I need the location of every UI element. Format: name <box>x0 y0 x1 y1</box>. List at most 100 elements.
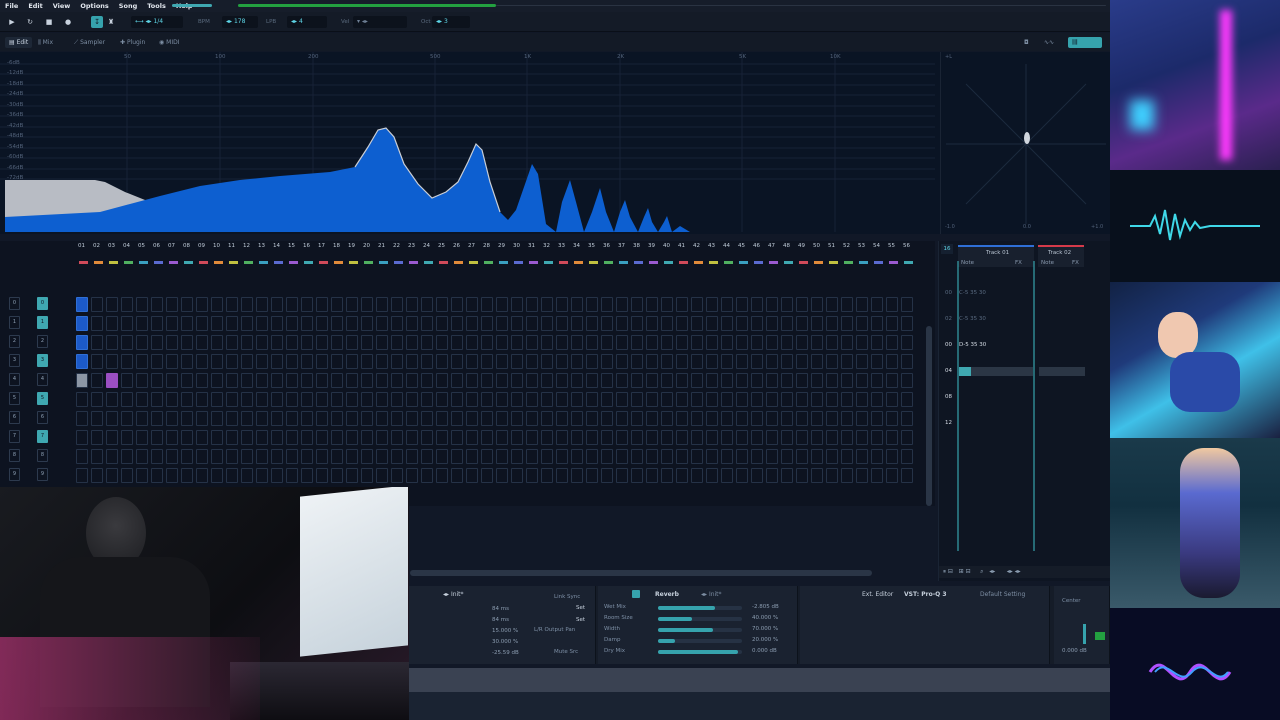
step-cell[interactable] <box>901 430 913 445</box>
step-cell[interactable] <box>781 335 793 350</box>
step-cell[interactable] <box>301 430 313 445</box>
step-cell[interactable] <box>256 354 268 369</box>
step-cell[interactable] <box>436 335 448 350</box>
step-cell[interactable] <box>331 449 343 464</box>
step-cell[interactable] <box>481 316 493 331</box>
step-cell[interactable] <box>586 335 598 350</box>
step-cell[interactable] <box>601 430 613 445</box>
step-cell[interactable] <box>331 316 343 331</box>
step-cell[interactable] <box>571 449 583 464</box>
step-cell[interactable] <box>286 316 298 331</box>
step-cell[interactable] <box>616 335 628 350</box>
step-cell[interactable] <box>601 354 613 369</box>
step-cell[interactable] <box>676 411 688 426</box>
step-cell[interactable] <box>286 373 298 388</box>
lane-mute-button[interactable]: 6 <box>37 411 48 424</box>
step-number[interactable]: 05 <box>138 243 145 249</box>
step-cell[interactable] <box>241 316 253 331</box>
step-cell[interactable] <box>286 411 298 426</box>
step-number[interactable]: 16 <box>303 243 310 249</box>
step-cell[interactable] <box>481 468 493 483</box>
step-cell[interactable] <box>481 297 493 312</box>
step-cell[interactable] <box>91 449 103 464</box>
bpm-field[interactable]: ◂▸ 178 <box>222 16 258 28</box>
step-cell[interactable] <box>316 449 328 464</box>
step-cell[interactable] <box>601 411 613 426</box>
step-cell[interactable] <box>181 373 193 388</box>
step-cell[interactable] <box>331 354 343 369</box>
step-cell[interactable] <box>346 468 358 483</box>
reverb-param-slider[interactable] <box>658 639 742 643</box>
step-cell[interactable] <box>871 411 883 426</box>
step-cell[interactable] <box>616 468 628 483</box>
step-cell[interactable] <box>196 373 208 388</box>
step-cell[interactable] <box>721 297 733 312</box>
step-cell[interactable] <box>766 373 778 388</box>
step-cell[interactable] <box>526 335 538 350</box>
step-cell[interactable] <box>811 297 823 312</box>
step-cell[interactable] <box>496 354 508 369</box>
step-number[interactable]: 27 <box>468 243 475 249</box>
velocity-field[interactable]: ▾ ◂▸ <box>353 16 407 28</box>
step-cell[interactable] <box>136 373 148 388</box>
step-cell[interactable] <box>796 335 808 350</box>
step-cell[interactable] <box>841 449 853 464</box>
step-cell[interactable] <box>76 430 88 445</box>
step-cell[interactable] <box>556 297 568 312</box>
step-cell[interactable] <box>451 392 463 407</box>
octave-field[interactable]: ◂▸ 3 <box>432 16 470 28</box>
step-cell[interactable] <box>721 373 733 388</box>
step-cell[interactable] <box>181 297 193 312</box>
step-cell[interactable] <box>421 411 433 426</box>
step-cell[interactable] <box>556 430 568 445</box>
step-cell[interactable] <box>196 392 208 407</box>
step-cell[interactable] <box>826 297 838 312</box>
step-cell[interactable] <box>571 335 583 350</box>
step-cell[interactable] <box>886 468 898 483</box>
step-cell[interactable] <box>121 449 133 464</box>
step-number[interactable]: 19 <box>348 243 355 249</box>
step-cell[interactable] <box>346 411 358 426</box>
step-cell[interactable] <box>136 468 148 483</box>
step-cell[interactable] <box>781 468 793 483</box>
step-cell[interactable] <box>886 449 898 464</box>
step-cell[interactable] <box>181 449 193 464</box>
step-cell[interactable] <box>106 373 118 388</box>
step-cell[interactable] <box>331 335 343 350</box>
step-cell[interactable] <box>376 316 388 331</box>
step-cell[interactable] <box>586 430 598 445</box>
step-cell[interactable] <box>571 392 583 407</box>
step-number[interactable]: 22 <box>393 243 400 249</box>
step-cell[interactable] <box>856 430 868 445</box>
step-cell[interactable] <box>586 411 598 426</box>
tab-midi[interactable]: ◉ MIDI <box>155 37 184 48</box>
vst-device-preset[interactable]: Default Setting <box>980 591 1025 598</box>
step-cell[interactable] <box>166 411 178 426</box>
menu-view[interactable]: View <box>48 2 76 10</box>
step-cell[interactable] <box>856 411 868 426</box>
reverb-param-slider[interactable] <box>658 617 742 621</box>
step-cell[interactable] <box>391 392 403 407</box>
step-cell[interactable] <box>736 335 748 350</box>
step-cell[interactable] <box>811 430 823 445</box>
sequencer-scrollbar[interactable] <box>926 326 932 506</box>
step-cell[interactable] <box>556 373 568 388</box>
step-cell[interactable] <box>706 392 718 407</box>
step-cell[interactable] <box>106 392 118 407</box>
step-cell[interactable] <box>286 354 298 369</box>
step-cell[interactable] <box>766 354 778 369</box>
step-cell[interactable] <box>631 316 643 331</box>
step-cell[interactable] <box>616 392 628 407</box>
lane-number[interactable]: 8 <box>9 449 20 462</box>
step-cell[interactable] <box>481 335 493 350</box>
step-cell[interactable] <box>736 316 748 331</box>
step-cell[interactable] <box>91 335 103 350</box>
step-cell[interactable] <box>631 335 643 350</box>
step-cell[interactable] <box>376 430 388 445</box>
step-cell[interactable] <box>571 297 583 312</box>
track-02-header[interactable]: Track 02 Note FX <box>1038 245 1084 267</box>
step-number[interactable]: 51 <box>828 243 835 249</box>
step-number[interactable]: 10 <box>213 243 220 249</box>
step-cell[interactable] <box>166 354 178 369</box>
step-cell[interactable] <box>436 354 448 369</box>
